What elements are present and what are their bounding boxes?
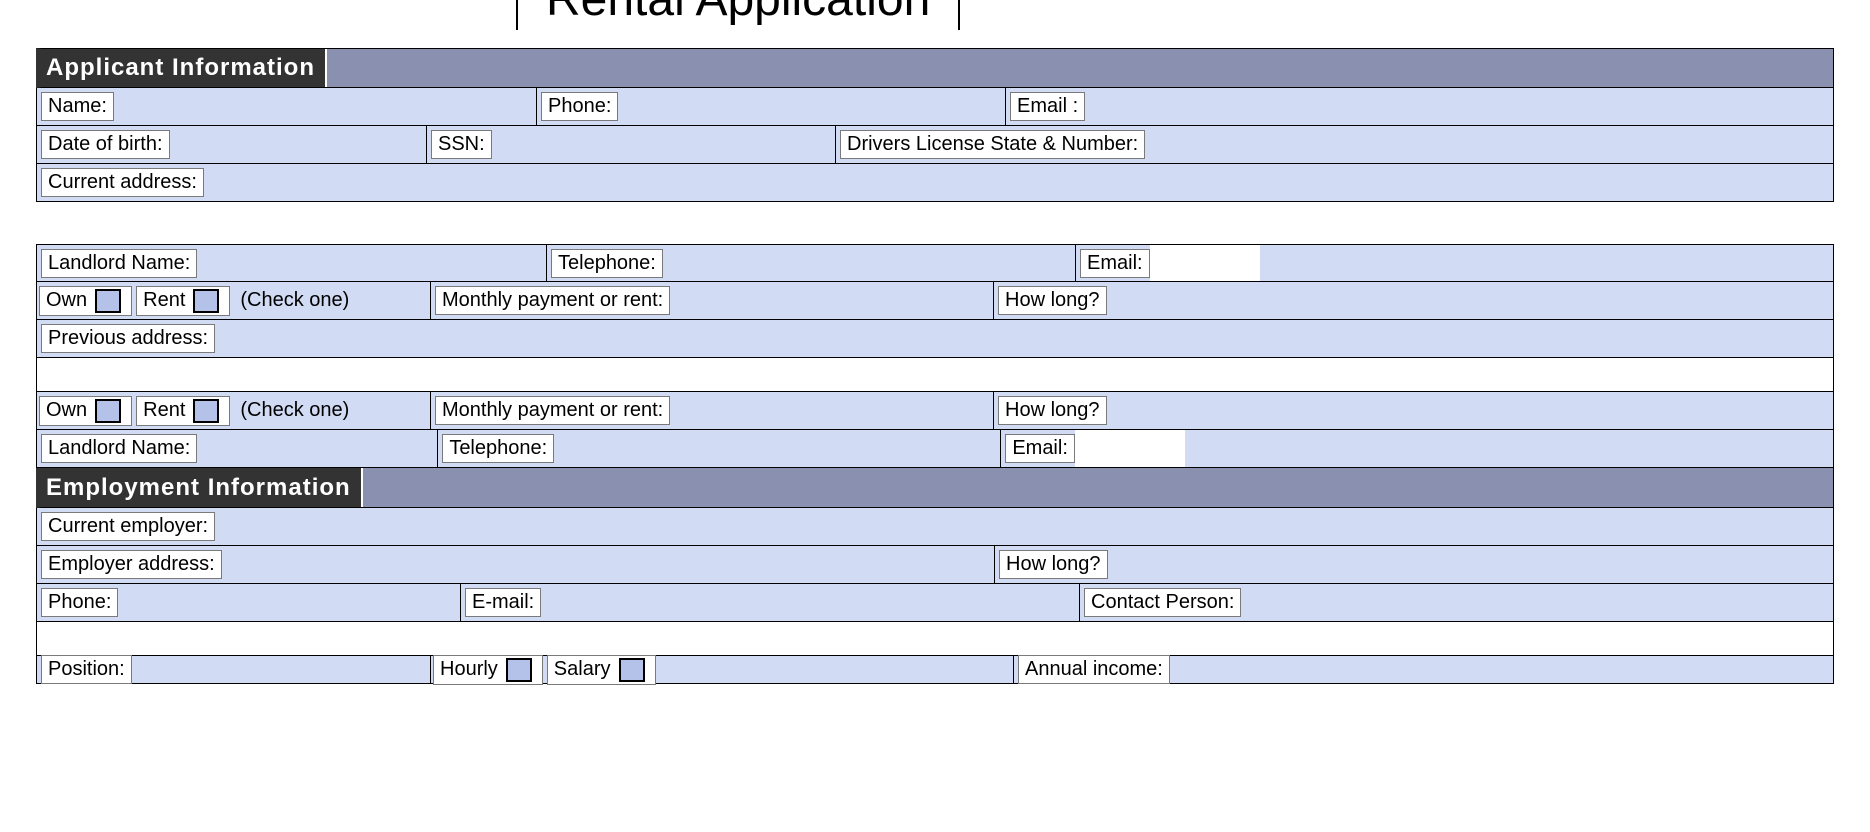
row-previous-address: Previous address: [36,320,1834,358]
dob-field[interactable] [170,126,426,163]
landlord-email-field-a[interactable] [1150,245,1260,281]
previous-address-label: Previous address: [41,324,215,353]
howlong-label: How long? [998,286,1107,315]
landlord-name-label-prev: Landlord Name: [41,434,197,463]
row-current-address: Current address: [36,164,1834,202]
salary-text: Salary [554,658,611,681]
checkone-text-prev: (Check one) [232,399,357,422]
own-text-prev: Own [46,399,87,422]
rent-option-prev: Rent [136,396,230,426]
dl-field[interactable] [1145,126,1833,163]
employer-phone-label: Phone: [41,588,118,617]
howlong-field-prev[interactable] [1107,392,1833,429]
previous-address-field[interactable] [215,320,1833,357]
own-option-prev: Own [39,396,132,426]
landlord-email-field-prev-a[interactable] [1075,430,1185,467]
monthly-label: Monthly payment or rent: [435,286,670,315]
howlong-field[interactable] [1107,282,1833,319]
rent-text: Rent [143,289,185,312]
current-address-label: Current address: [41,168,204,197]
rent-option: Rent [136,286,230,316]
row-landlord: Landlord Name: Telephone: Email: [36,244,1834,282]
row-dob-ssn-dl: Date of birth: SSN: Drivers License Stat… [36,126,1834,164]
wage-field[interactable] [658,656,1014,683]
rent-text-prev: Rent [143,399,185,422]
telephone-label-prev: Telephone: [442,434,554,463]
salary-checkbox[interactable] [619,658,645,682]
ssn-field[interactable] [492,126,835,163]
monthly-field[interactable] [670,282,993,319]
landlord-name-field[interactable] [197,245,546,281]
hourly-text: Hourly [440,658,498,681]
phone-field[interactable] [618,88,1005,125]
howlong-employer-field[interactable] [1108,546,1833,583]
landlord-email-field-prev-b[interactable] [1185,430,1833,467]
employer-email-label: E-mail: [465,588,541,617]
dl-label: Drivers License State & Number: [840,130,1145,159]
landlord-email-label-prev: Email: [1005,434,1075,463]
title-container: Rental Application [36,0,1834,30]
row-separator-white-2 [36,622,1834,656]
current-address-field[interactable] [204,164,1833,201]
row-own-rent-prev: Own Rent (Check one) Monthly payment or … [36,392,1834,430]
salary-option: Salary [547,655,656,685]
annual-income-label: Annual income: [1018,655,1170,684]
name-field[interactable] [114,88,536,125]
row-position: Position: Hourly Salary Annual income: [36,656,1834,684]
annual-income-field[interactable] [1170,656,1833,683]
own-checkbox[interactable] [95,289,121,313]
section-title-applicant: Applicant Information [42,49,327,87]
section-employment-header: Employment Information [36,468,1834,508]
section-applicant-header: Applicant Information [36,48,1834,88]
row-separator-white [36,358,1834,392]
name-label: Name: [41,92,114,121]
current-employer-label: Current employer: [41,512,215,541]
telephone-field-prev[interactable] [554,430,1000,467]
checkone-text: (Check one) [232,289,357,312]
contact-person-label: Contact Person: [1084,588,1241,617]
monthly-field-prev[interactable] [670,392,993,429]
employer-email-field[interactable] [541,584,1079,621]
page-title: Rental Application [516,0,960,30]
hourly-option: Hourly [433,655,543,685]
telephone-field[interactable] [663,245,1075,281]
landlord-email-label: Email: [1080,249,1150,278]
position-label: Position: [41,655,132,684]
own-option: Own [39,286,132,316]
row-landlord-prev: Landlord Name: Telephone: Email: [36,430,1834,468]
monthly-label-prev: Monthly payment or rent: [435,396,670,425]
current-employer-field[interactable] [215,508,1833,545]
howlong-label-prev: How long? [998,396,1107,425]
email-label: Email : [1010,92,1085,121]
contact-person-field[interactable] [1241,584,1833,621]
row-current-employer: Current employer: [36,508,1834,546]
own-text: Own [46,289,87,312]
row-employer-contact: Phone: E-mail: Contact Person: [36,584,1834,622]
dob-label: Date of birth: [41,130,170,159]
ssn-label: SSN: [431,130,492,159]
rent-checkbox-prev[interactable] [193,399,219,423]
landlord-name-field-prev[interactable] [197,430,437,467]
row-name-phone-email: Name: Phone: Email : [36,88,1834,126]
telephone-label: Telephone: [551,249,663,278]
section-title-employment: Employment Information [42,468,363,507]
row-own-rent: Own Rent (Check one) Monthly payment or … [36,282,1834,320]
hourly-checkbox[interactable] [506,658,532,682]
email-field[interactable] [1085,88,1833,125]
row-employer-address: Employer address: How long? [36,546,1834,584]
rent-checkbox[interactable] [193,289,219,313]
position-field[interactable] [132,656,430,683]
own-checkbox-prev[interactable] [95,399,121,423]
landlord-email-field-b[interactable] [1260,245,1833,281]
phone-label: Phone: [541,92,618,121]
employer-phone-field[interactable] [118,584,460,621]
employer-address-label: Employer address: [41,550,222,579]
howlong-employer-label: How long? [999,550,1108,579]
employer-address-field[interactable] [222,546,994,583]
landlord-name-label: Landlord Name: [41,249,197,278]
